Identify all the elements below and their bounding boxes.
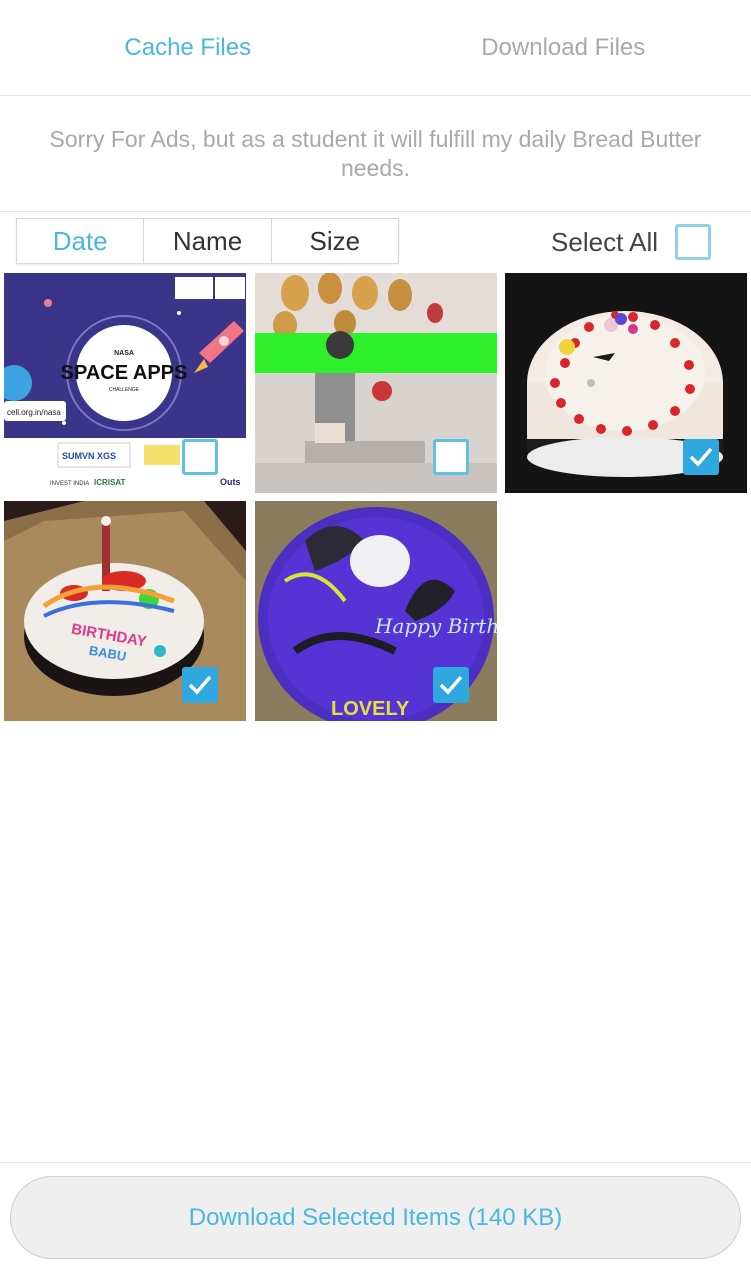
select-all-label: Select All bbox=[551, 226, 658, 257]
media-item-purple-cake[interactable]: Happy Birthday LOVELY bbox=[255, 501, 497, 721]
tab-cache-files[interactable]: Cache Files bbox=[0, 0, 376, 95]
media-item-cream-cake[interactable] bbox=[505, 273, 747, 493]
item-checkbox[interactable] bbox=[182, 667, 218, 703]
challenge-label: CHALLENGE bbox=[109, 387, 140, 393]
sort-by-size-button[interactable]: Size bbox=[272, 219, 398, 263]
media-item-babu-cake[interactable]: BIRTHDAY BABU bbox=[4, 501, 246, 721]
nasa-label: NASA bbox=[114, 350, 134, 357]
ad-notice: Sorry For Ads, but as a student it will … bbox=[0, 96, 751, 212]
item-checkbox[interactable] bbox=[683, 439, 719, 475]
poster-side-text: Outs bbox=[220, 477, 241, 487]
sort-by-date-button[interactable]: Date bbox=[17, 219, 145, 263]
poster-url: cell.org.in/nasa bbox=[7, 408, 61, 417]
sponsor-label-1: SUMVN XGS bbox=[62, 451, 116, 461]
sort-options: Date Name Size bbox=[16, 218, 399, 264]
item-checkbox[interactable] bbox=[433, 667, 469, 703]
select-all-checkbox[interactable] bbox=[675, 224, 711, 260]
cake-name-text: LOVELY bbox=[331, 698, 410, 720]
media-item-nasa-poster[interactable]: NASA SPACE APPS CHALLENGE cell.org.in/na… bbox=[4, 273, 246, 493]
select-all-control[interactable]: Select All bbox=[551, 222, 711, 262]
bottom-divider bbox=[0, 1162, 751, 1163]
download-selected-button[interactable]: Download Selected Items (140 KB) bbox=[10, 1176, 741, 1259]
checkmark-icon bbox=[439, 675, 463, 695]
sort-by-name-button[interactable]: Name bbox=[144, 219, 272, 263]
sort-bar: Date Name Size Select All bbox=[0, 212, 751, 270]
cache-files-screen: Cache Files Download Files Sorry For Ads… bbox=[0, 0, 751, 1280]
media-item-party-photo[interactable] bbox=[255, 273, 497, 493]
item-checkbox[interactable] bbox=[182, 439, 218, 475]
tab-download-files[interactable]: Download Files bbox=[376, 0, 751, 95]
checkmark-icon bbox=[689, 447, 713, 467]
tab-bar: Cache Files Download Files bbox=[0, 0, 751, 96]
sponsor-label-2: INVEST INDIA bbox=[50, 481, 89, 487]
checkmark-icon bbox=[188, 675, 212, 695]
space-apps-title: SPACE APPS bbox=[61, 362, 188, 384]
cake-text: Happy Birthday bbox=[374, 614, 497, 638]
sponsor-label-3: ICRISAT bbox=[94, 478, 126, 487]
item-checkbox[interactable] bbox=[433, 439, 469, 475]
